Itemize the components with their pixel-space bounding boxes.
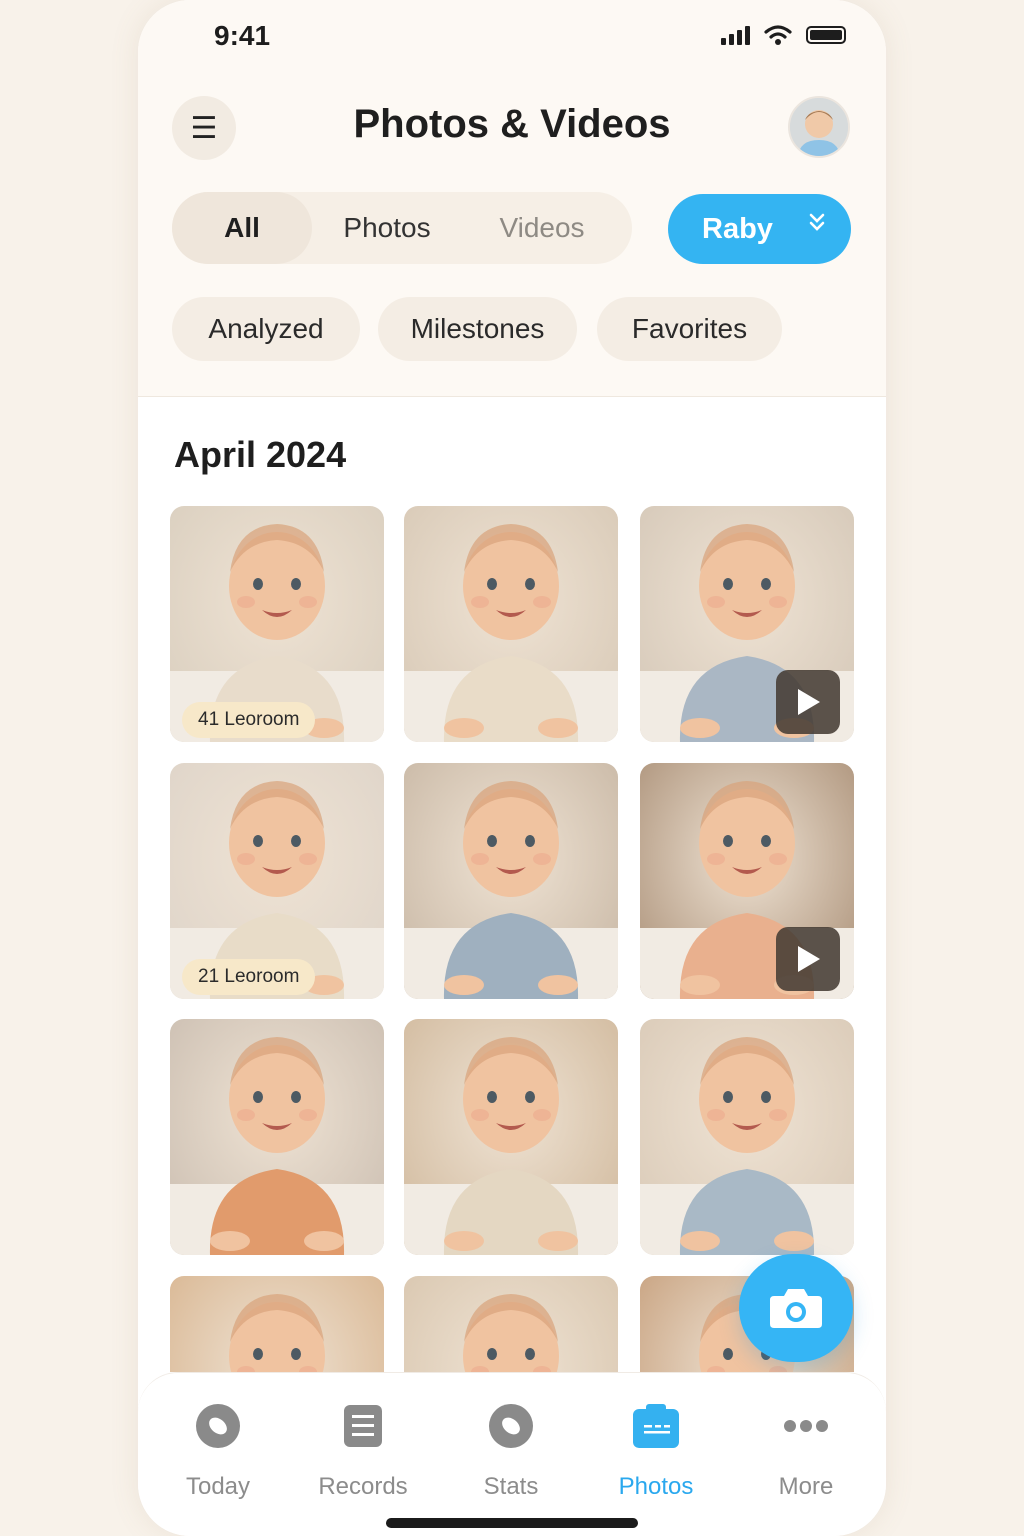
wifi-icon	[764, 25, 792, 45]
baby-photo	[404, 506, 618, 742]
page-title: Photos & Videos	[353, 102, 671, 146]
chip-favorites[interactable]: Favorites	[597, 297, 782, 361]
tab-all[interactable]: All	[172, 192, 312, 264]
tab-photos[interactable]: Photos	[312, 192, 462, 264]
tab-photos-nav[interactable]: Photos	[586, 1401, 726, 1501]
baby-photo	[404, 1276, 618, 1372]
media-tile[interactable]	[640, 1019, 854, 1255]
media-tile[interactable]	[170, 1276, 384, 1372]
chip-analyzed[interactable]: Analyzed	[172, 297, 360, 361]
baby-photo	[170, 1019, 384, 1255]
status-time: 9:41	[214, 20, 271, 51]
status-icons	[721, 24, 846, 46]
camera-icon	[770, 1289, 822, 1328]
media-tile[interactable]	[640, 506, 854, 742]
tile-tag-label: 41 Leoroom	[182, 702, 316, 738]
tab-more[interactable]: More	[736, 1401, 876, 1501]
photos-icon	[633, 1404, 679, 1448]
more-icon	[784, 1420, 828, 1432]
media-tile[interactable]	[170, 1019, 384, 1255]
media-tile[interactable]	[404, 1276, 618, 1372]
camera-button[interactable]	[739, 1254, 853, 1362]
phone-screen: 41 Leoroom 21 Leoroom 9:41 ☰ Photos & Vid…	[138, 0, 886, 1536]
tab-more-label: More	[778, 1473, 834, 1500]
header-area: 9:41 ☰ Photos & Videos All Photos Videos…	[138, 0, 886, 397]
profile-avatar[interactable]	[788, 96, 850, 158]
baby-photo	[170, 1276, 384, 1372]
tab-today-label: Today	[185, 1473, 251, 1500]
battery-icon	[806, 26, 846, 44]
child-selector-label: Raby	[702, 212, 773, 245]
tab-records[interactable]: Records	[293, 1401, 433, 1501]
media-tile[interactable]	[404, 506, 618, 742]
play-icon[interactable]	[776, 670, 840, 734]
tab-photos-nav-label: Photos	[618, 1473, 694, 1500]
tab-today[interactable]: Today	[148, 1401, 288, 1501]
records-icon	[344, 1405, 382, 1447]
tab-videos[interactable]: Videos	[462, 192, 622, 264]
media-tile[interactable]	[640, 763, 854, 999]
play-icon[interactable]	[776, 927, 840, 991]
media-tile[interactable]: 41 Leoroom	[170, 506, 384, 742]
section-month-heading: April 2024	[174, 434, 347, 475]
baby-photo	[404, 763, 618, 999]
tab-stats-label: Stats	[483, 1473, 539, 1500]
home-indicator	[386, 1518, 638, 1528]
today-icon	[196, 1404, 240, 1448]
baby-photo	[404, 1019, 618, 1255]
baby-photo	[640, 1019, 854, 1255]
media-tile[interactable]: 21 Leoroom	[170, 763, 384, 999]
chevron-down-icon	[807, 212, 827, 240]
bottom-tab-bar: Today Records Stats Photos More	[138, 1372, 886, 1536]
media-tile[interactable]	[404, 763, 618, 999]
tab-records-label: Records	[318, 1473, 408, 1500]
tile-tag-label: 21 Leoroom	[182, 959, 316, 995]
media-type-segmented-control: All Photos Videos	[172, 192, 632, 264]
media-tile[interactable]	[404, 1019, 618, 1255]
tab-stats[interactable]: Stats	[441, 1401, 581, 1501]
signal-icon	[721, 25, 750, 45]
child-selector-dropdown[interactable]: Raby	[668, 194, 851, 264]
stats-icon	[489, 1404, 533, 1448]
chip-milestones[interactable]: Milestones	[378, 297, 577, 361]
